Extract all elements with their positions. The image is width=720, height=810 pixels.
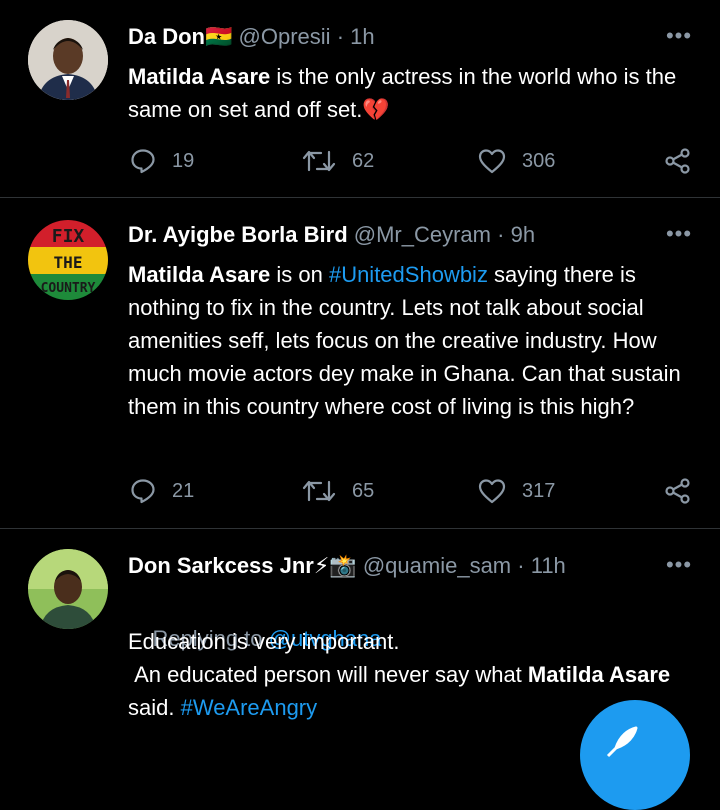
retweet-count: 62 bbox=[352, 149, 375, 172]
avatar[interactable] bbox=[28, 549, 108, 629]
tweet-text-segment: Education is very important. An educated… bbox=[128, 629, 522, 687]
more-options-button[interactable]: ••• bbox=[664, 223, 694, 245]
reply-icon bbox=[131, 149, 155, 174]
retweet-icon bbox=[302, 480, 336, 502]
retweet-button[interactable]: 62 bbox=[302, 144, 374, 178]
bold-mention: Matilda Asare bbox=[128, 262, 271, 287]
fix-the-country-avatar-icon: FIX THE COUNTRY bbox=[28, 220, 108, 300]
tweet-header: Da Don🇬🇭 @Opresii · 1h bbox=[128, 24, 375, 49]
share-button[interactable] bbox=[664, 144, 692, 178]
tweet-text: Matilda Asare is on #UnitedShowbiz sayin… bbox=[128, 258, 698, 423]
share-icon bbox=[665, 478, 690, 504]
handle[interactable]: @quamie_sam bbox=[363, 553, 511, 578]
like-count: 317 bbox=[522, 479, 556, 502]
tweet-text-segment: is on bbox=[270, 262, 329, 287]
compose-tweet-button[interactable] bbox=[580, 700, 690, 810]
bold-mention: Matilda Asare bbox=[527, 662, 671, 687]
display-name[interactable]: Dr. Ayigbe Borla Bird bbox=[128, 222, 348, 247]
share-icon bbox=[665, 148, 690, 174]
hashtag-link[interactable]: #UnitedShowbiz bbox=[329, 262, 488, 287]
like-icon bbox=[478, 149, 506, 174]
tweet-text: Matilda Asare is the only actress in the… bbox=[128, 60, 698, 126]
reply-button[interactable]: 19 bbox=[130, 144, 194, 178]
reply-count: 19 bbox=[172, 149, 195, 172]
reply-icon bbox=[131, 479, 155, 504]
avatar-text-country: COUNTRY bbox=[41, 281, 96, 296]
share-button[interactable] bbox=[664, 474, 692, 508]
retweet-count: 65 bbox=[352, 479, 375, 502]
handle[interactable]: @Opresii bbox=[239, 24, 331, 49]
tweet-2[interactable]: FIX THE COUNTRY Dr. Ayigbe Borla Bird @M… bbox=[0, 198, 720, 528]
ghana-flag: 🇬🇭 bbox=[205, 24, 233, 49]
retweet-icon bbox=[302, 150, 336, 172]
display-name[interactable]: Da Don bbox=[128, 24, 205, 49]
display-name[interactable]: Don Sarkcess Jnr⚡📸 bbox=[128, 553, 357, 578]
tweet-header: Don Sarkcess Jnr⚡📸 @quamie_sam · 11h bbox=[128, 553, 566, 578]
more-options-button[interactable]: ••• bbox=[664, 554, 694, 576]
like-button[interactable]: 306 bbox=[478, 144, 555, 178]
person-avatar-icon bbox=[28, 549, 108, 629]
like-count: 306 bbox=[522, 149, 556, 172]
bold-mention: Matilda Asare bbox=[128, 64, 271, 89]
timestamp[interactable]: 11h bbox=[531, 553, 566, 578]
reply-button[interactable]: 21 bbox=[130, 474, 194, 508]
more-options-button[interactable]: ••• bbox=[664, 25, 694, 47]
timestamp[interactable]: 9h bbox=[511, 222, 535, 247]
like-icon bbox=[478, 479, 506, 504]
avatar-text-fix: FIX bbox=[52, 226, 85, 247]
like-button[interactable]: 317 bbox=[478, 474, 555, 508]
reply-count: 21 bbox=[172, 479, 195, 502]
person-avatar-icon bbox=[28, 20, 108, 100]
timestamp[interactable]: 1h bbox=[350, 24, 374, 49]
avatar[interactable]: FIX THE COUNTRY bbox=[28, 220, 108, 300]
avatar-text-the: THE bbox=[54, 253, 83, 272]
tweet-1[interactable]: Da Don🇬🇭 @Opresii · 1h ••• Matilda Asare… bbox=[0, 0, 720, 196]
hashtag-link[interactable]: #WeAreAngry bbox=[181, 695, 318, 720]
action-bar: 21 65 317 bbox=[0, 474, 720, 508]
tweet-header: Dr. Ayigbe Borla Bird @Mr_Ceyram · 9h bbox=[128, 222, 536, 247]
retweet-button[interactable]: 65 bbox=[302, 474, 374, 508]
handle[interactable]: @Mr_Ceyram bbox=[354, 222, 491, 247]
action-bar: 19 62 306 bbox=[0, 144, 720, 178]
compose-icon bbox=[606, 726, 638, 758]
avatar[interactable] bbox=[28, 20, 108, 100]
